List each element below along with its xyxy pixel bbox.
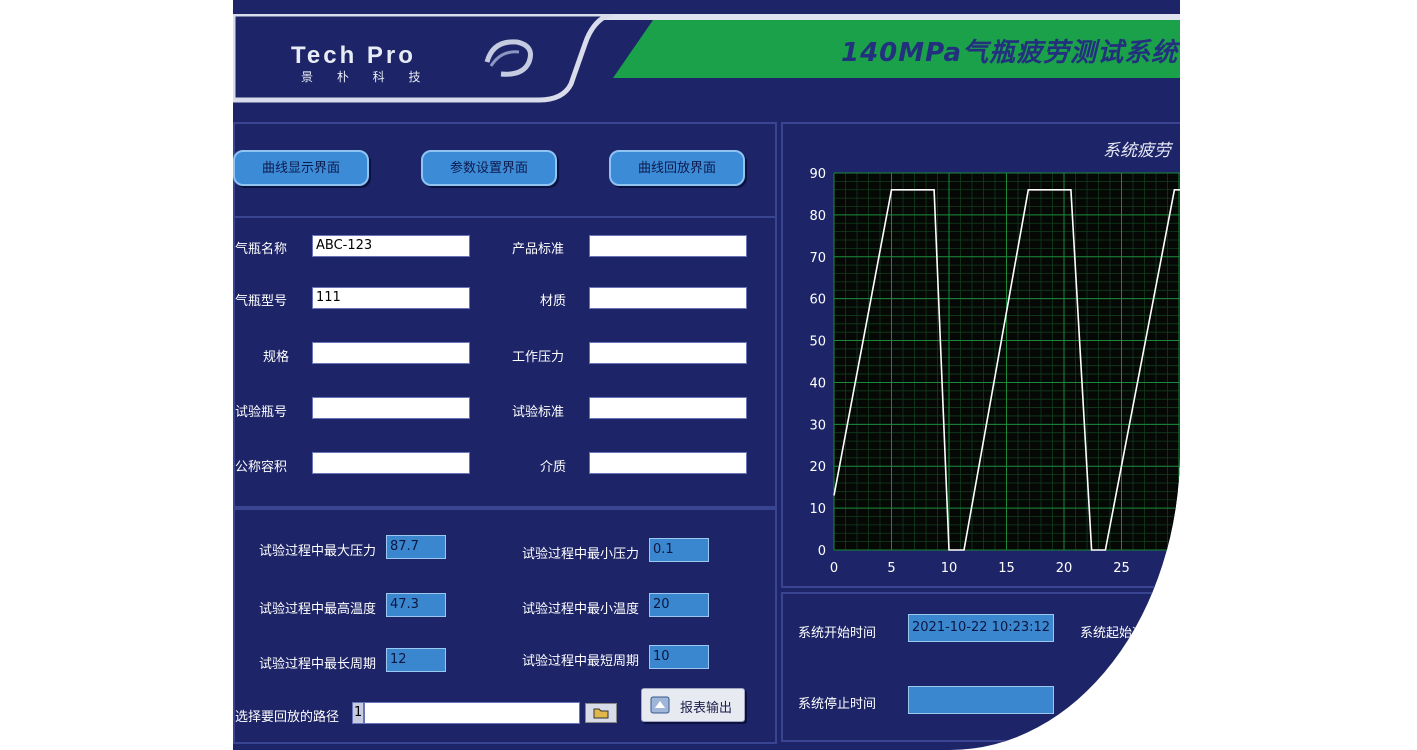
chart-title: 系统疲劳: [1103, 141, 1171, 161]
spec-label: 规格: [263, 350, 290, 365]
min-period-label: 试验过程中最短周期: [522, 654, 640, 669]
working-pressure-label: 工作压力: [512, 350, 565, 365]
material-field[interactable]: [589, 287, 747, 309]
min-temp-label: 试验过程中最小温度: [522, 602, 640, 617]
product-standard-field[interactable]: [589, 235, 747, 257]
stop-time-label: 系统停止时间: [798, 697, 877, 712]
working-pressure-field[interactable]: [589, 342, 747, 364]
start-time-value: 2021-10-22 10:23:12: [908, 614, 1054, 642]
test-standard-label: 试验标准: [512, 405, 565, 420]
cylinder-model-label: 气瓶型号: [235, 294, 288, 309]
stop-time-value: [908, 686, 1054, 714]
browse-folder-button[interactable]: [585, 703, 617, 723]
param-settings-button[interactable]: 参数设置界面: [421, 150, 557, 186]
report-export-icon: [650, 696, 670, 714]
nominal-volume-field[interactable]: [312, 452, 470, 474]
path-prefix: 1: [352, 702, 364, 724]
start-count-label: 系统起始次数: [1080, 626, 1159, 641]
cylinder-name-label: 气瓶名称: [235, 242, 288, 257]
max-temp-label: 试验过程中最高温度: [259, 602, 377, 617]
playback-path-input[interactable]: [364, 702, 580, 724]
playback-path-label: 选择要回放的路径: [235, 710, 340, 725]
chart-panel: [781, 122, 1180, 588]
report-export-button[interactable]: 报表输出: [641, 688, 745, 722]
curve-display-button[interactable]: 曲线显示界面: [233, 150, 369, 186]
cylinder-model-field[interactable]: 111: [312, 287, 470, 309]
max-period-label: 试验过程中最长周期: [259, 657, 377, 672]
material-label: 材质: [540, 294, 567, 309]
report-export-label: 报表输出: [680, 701, 733, 716]
medium-label: 介质: [540, 460, 567, 475]
start-time-label: 系统开始时间: [798, 626, 877, 641]
stop-count-label: 系统停止次: [1080, 697, 1146, 712]
spec-field[interactable]: [312, 342, 470, 364]
logo-swirl-icon: [484, 39, 533, 77]
max-pressure-label: 试验过程中最大压力: [259, 544, 377, 559]
max-period-value: 12: [386, 648, 446, 672]
max-pressure-value: 87.7: [386, 535, 446, 559]
min-temp-value: 20: [649, 593, 709, 617]
min-pressure-label: 试验过程中最小压力: [522, 547, 640, 562]
max-temp-value: 47.3: [386, 593, 446, 617]
nominal-volume-label: 公称容积: [235, 460, 288, 475]
test-cylinder-no-field[interactable]: [312, 397, 470, 419]
header: 140MPa气瓶疲劳测试系统 Tech Pro 景 朴 科 技: [233, 0, 1180, 104]
app-window: 140MPa气瓶疲劳测试系统 Tech Pro 景 朴 科 技 曲线显示界面 参…: [233, 0, 1180, 750]
medium-field[interactable]: [589, 452, 747, 474]
banner-title: 140MPa气瓶疲劳测试系统: [841, 38, 1179, 68]
curve-playback-button[interactable]: 曲线回放界面: [609, 150, 745, 186]
company-logo: Tech Pro 景 朴 科 技: [291, 39, 533, 86]
min-pressure-value: 0.1: [649, 538, 709, 562]
folder-open-icon: [593, 708, 609, 719]
product-standard-label: 产品标准: [512, 242, 565, 257]
cylinder-name-field[interactable]: ABC-123: [312, 235, 470, 257]
min-period-value: 10: [649, 645, 709, 669]
test-standard-field[interactable]: [589, 397, 747, 419]
test-cylinder-no-label: 试验瓶号: [235, 405, 288, 420]
